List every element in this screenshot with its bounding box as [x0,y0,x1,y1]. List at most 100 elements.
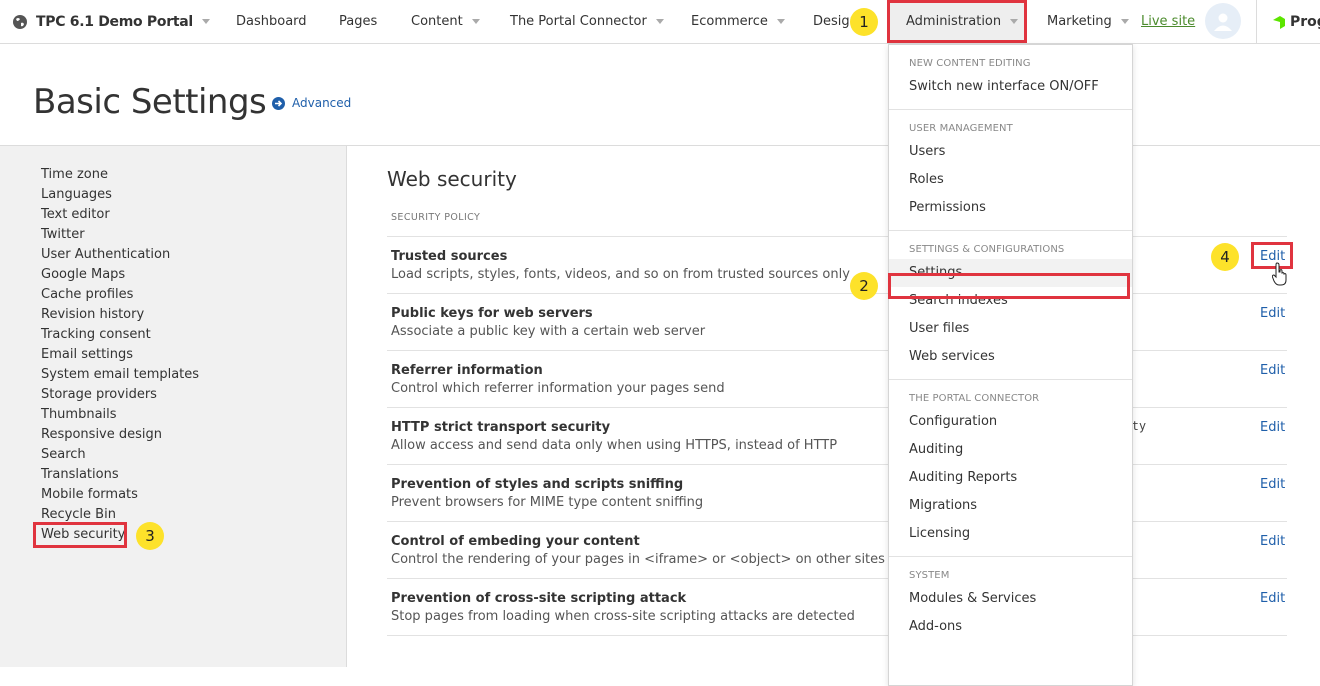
table-row: Public keys for web servers Associate a … [387,293,1287,350]
nav-dashboard[interactable]: Dashboard [236,0,307,43]
chevron-down-icon [201,19,210,24]
table-row: HTTP strict transport security Allow acc… [387,407,1287,464]
chevron-down-icon [471,19,480,24]
row-title: Trusted sources [391,249,508,264]
security-policy-list: Trusted sources Load scripts, styles, fo… [387,236,1287,636]
table-row: Prevention of styles and scripts sniffin… [387,464,1287,521]
nav-portal-connector[interactable]: The Portal Connector [510,0,664,43]
table-row: Control of embeding your content Control… [387,521,1287,578]
menu-item-users[interactable]: Users [889,138,1132,166]
sidebar-item-responsive-design[interactable]: Responsive design [41,425,199,445]
step-badge-2: 2 [850,272,878,300]
progress-logo-icon [1273,15,1285,29]
site-name: TPC 6.1 Demo Portal [36,13,193,30]
administration-dropdown-menu: NEW CONTENT EDITING Switch new interface… [888,44,1133,686]
brand-logo: Prog [1271,0,1320,43]
chevron-down-icon [776,19,785,24]
edit-link[interactable]: Edit [1260,534,1285,549]
row-title: Referrer information [391,363,543,378]
nav-marketing[interactable]: Marketing [1047,0,1129,43]
sidebar-item-search[interactable]: Search [41,445,199,465]
sidebar-item-user-authentication[interactable]: User Authentication [41,245,199,265]
edit-link[interactable]: Edit [1260,363,1285,378]
row-description: Prevent browsers for MIME type content s… [391,495,704,510]
menu-group-system: SYSTEM Modules & Services Add-ons [889,557,1132,649]
row-description: Control the rendering of your pages in <… [391,552,885,567]
sidebar-item-time-zone[interactable]: Time zone [41,165,199,185]
advanced-link[interactable]: Advanced [272,96,351,110]
top-navigation-bar: TPC 6.1 Demo Portal Dashboard Pages Cont… [0,0,1320,44]
menu-group-heading: THE PORTAL CONNECTOR [909,393,1040,404]
chevron-down-icon [1010,19,1019,24]
sidebar-item-text-editor[interactable]: Text editor [41,205,199,225]
menu-item-modules-services[interactable]: Modules & Services [889,585,1132,613]
sidebar-item-twitter[interactable]: Twitter [41,225,199,245]
menu-item-roles[interactable]: Roles [889,166,1132,194]
menu-group-heading: USER MANAGEMENT [909,123,1013,134]
row-description: Load scripts, styles, fonts, videos, and… [391,267,850,282]
menu-item-migrations[interactable]: Migrations [889,492,1132,520]
menu-item-auditing-reports[interactable]: Auditing Reports [889,464,1132,492]
avatar[interactable] [1205,3,1241,39]
menu-group-heading: SYSTEM [909,570,950,581]
menu-item-switch-interface[interactable]: Switch new interface ON/OFF [889,73,1132,101]
table-row: Prevention of cross-site scripting attac… [387,578,1287,636]
sidebar-item-storage-providers[interactable]: Storage providers [41,385,199,405]
row-title: Prevention of styles and scripts sniffin… [391,477,684,492]
nav-administration[interactable]: Administration [887,0,1027,43]
globe-icon [13,14,27,29]
menu-group-new-content-editing: NEW CONTENT EDITING Switch new interface… [889,45,1132,110]
row-title: Public keys for web servers [391,306,593,321]
menu-group-user-management: USER MANAGEMENT Users Roles Permissions [889,110,1132,231]
menu-item-user-files[interactable]: User files [889,315,1132,343]
sidebar-item-system-email-templates[interactable]: System email templates [41,365,199,385]
nav-content[interactable]: Content [411,0,480,43]
section-title: Web security [387,167,517,191]
sidebar-item-tracking-consent[interactable]: Tracking consent [41,325,199,345]
step-badge-1: 1 [850,8,878,36]
column-header: SECURITY POLICY [391,212,481,223]
menu-item-add-ons[interactable]: Add-ons [889,613,1132,641]
highlight-box [33,522,127,548]
chevron-down-icon [655,19,664,24]
edit-link[interactable]: Edit [1260,306,1285,321]
edit-link[interactable]: Edit [1260,591,1285,606]
hand-pointer-icon [1272,262,1287,286]
table-row: Referrer information Control which refer… [387,350,1287,407]
sidebar-item-cache-profiles[interactable]: Cache profiles [41,285,199,305]
sidebar-item-revision-history[interactable]: Revision history [41,305,199,325]
menu-group-heading: SETTINGS & CONFIGURATIONS [909,244,1065,255]
menu-group-portal-connector: THE PORTAL CONNECTOR Configuration Audit… [889,380,1132,557]
sidebar-item-email-settings[interactable]: Email settings [41,345,199,365]
menu-item-permissions[interactable]: Permissions [889,194,1132,222]
menu-item-auditing[interactable]: Auditing [889,436,1132,464]
edit-link[interactable]: Edit [1260,420,1285,435]
sidebar-item-google-maps[interactable]: Google Maps [41,265,199,285]
step-badge-3: 3 [136,522,164,550]
settings-list: Time zone Languages Text editor Twitter … [41,165,199,545]
row-description: Associate a public key with a certain we… [391,324,706,339]
nav-ecommerce[interactable]: Ecommerce [691,0,785,43]
sidebar-item-mobile-formats[interactable]: Mobile formats [41,485,199,505]
menu-item-web-services[interactable]: Web services [889,343,1132,371]
menu-item-licensing[interactable]: Licensing [889,520,1132,548]
sidebar-item-thumbnails[interactable]: Thumbnails [41,405,199,425]
step-badge-4: 4 [1211,243,1239,271]
live-site-link[interactable]: Live site [1141,0,1195,43]
sidebar-item-translations[interactable]: Translations [41,465,199,485]
row-description: Control which referrer information your … [391,381,725,396]
page-title: Basic Settings [33,82,267,122]
site-selector[interactable]: TPC 6.1 Demo Portal [12,0,210,43]
chevron-down-icon [1120,19,1129,24]
sidebar-item-languages[interactable]: Languages [41,185,199,205]
row-title: Control of embeding your content [391,534,640,549]
menu-item-configuration[interactable]: Configuration [889,408,1132,436]
nav-pages[interactable]: Pages [339,0,377,43]
table-row: Trusted sources Load scripts, styles, fo… [387,236,1287,293]
settings-sidebar: Time zone Languages Text editor Twitter … [0,146,347,667]
row-description: Allow access and send data only when usi… [391,438,838,453]
divider [1256,0,1257,43]
row-title: Prevention of cross-site scripting attac… [391,591,687,606]
row-title: HTTP strict transport security [391,420,611,435]
edit-link[interactable]: Edit [1260,477,1285,492]
